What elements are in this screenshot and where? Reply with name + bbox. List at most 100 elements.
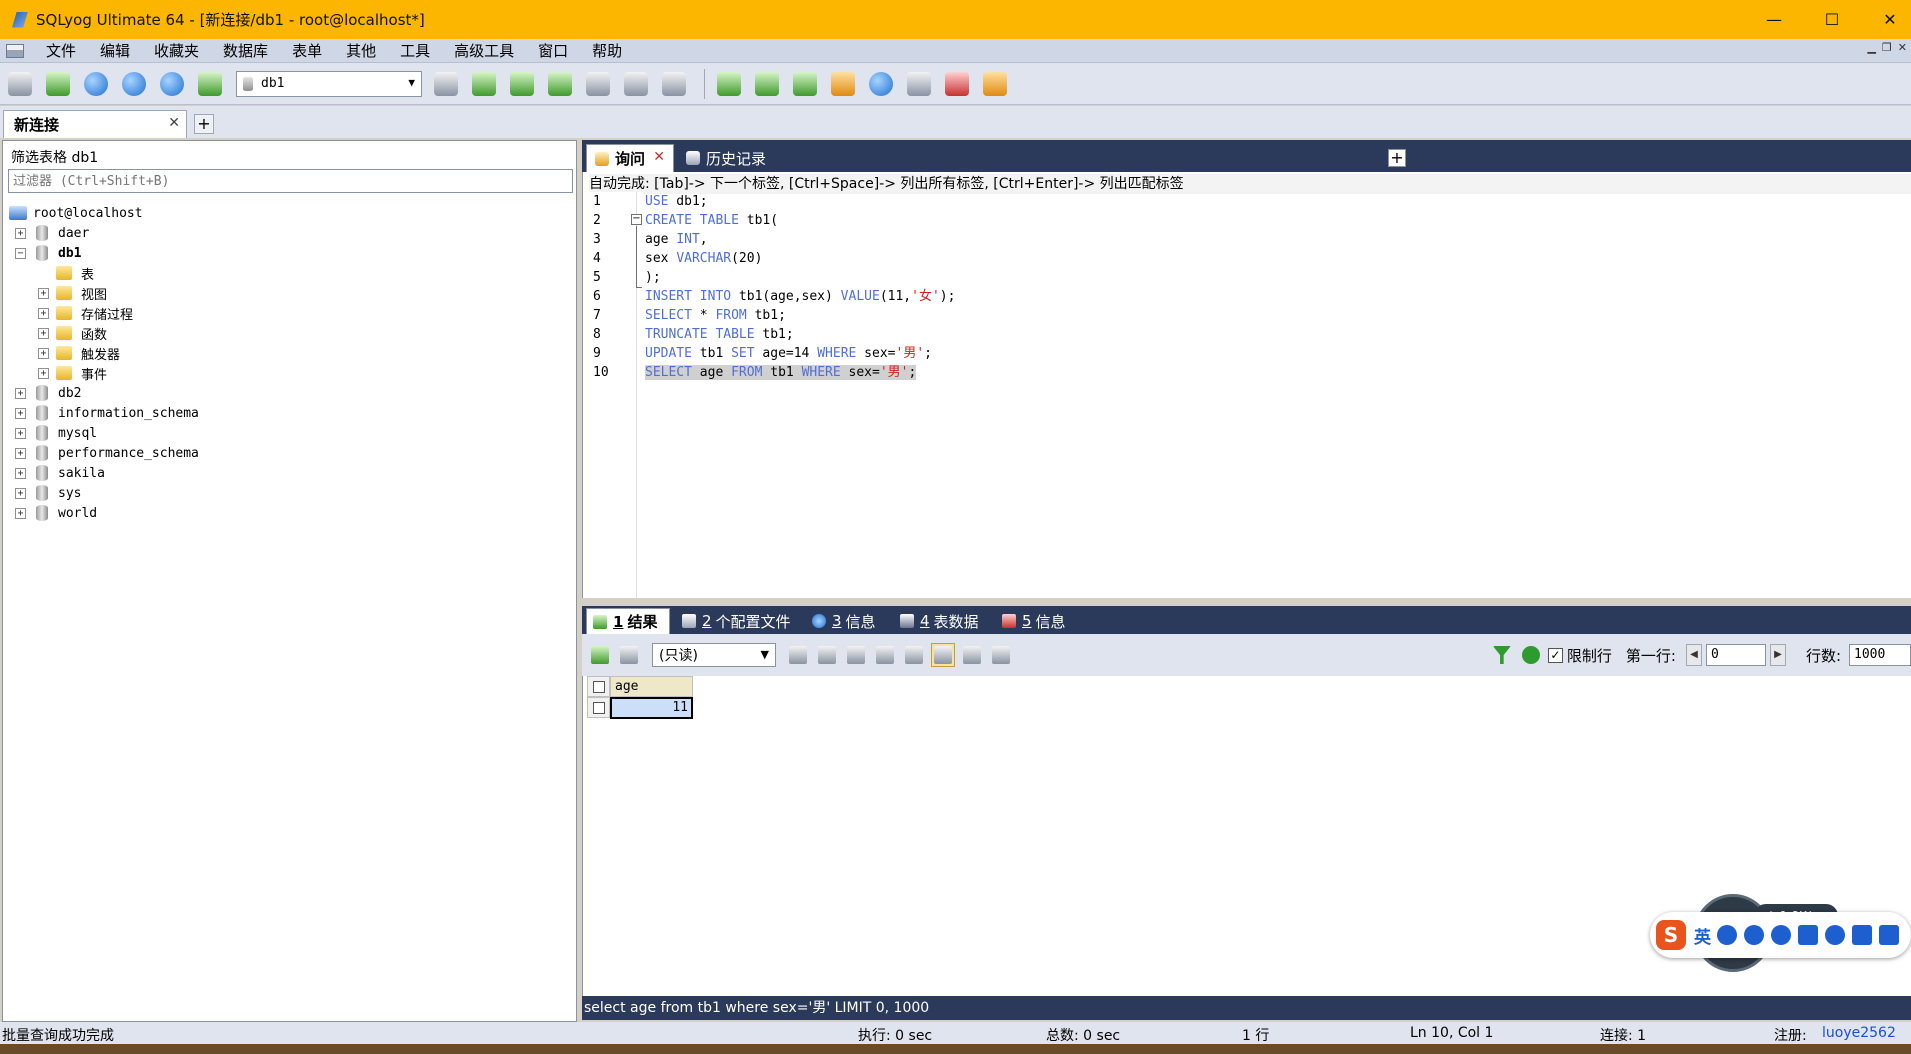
refresh-results-button[interactable] — [1519, 643, 1543, 667]
expand-icon[interactable]: + — [38, 327, 49, 339]
mdi-minimize-icon[interactable]: ▁ — [1867, 41, 1875, 54]
expand-icon[interactable]: + — [15, 407, 26, 419]
menu-file[interactable]: 文件 — [34, 39, 88, 63]
table-data-button[interactable] — [620, 68, 652, 100]
toolbox-icon[interactable] — [1879, 925, 1899, 945]
user-manager-button[interactable] — [430, 68, 462, 100]
tree-root[interactable]: root@localhost — [3, 203, 573, 223]
tree-db-information-schema[interactable]: + information_schema — [3, 403, 573, 423]
column-header[interactable]: age — [610, 676, 693, 697]
tree-db-db2[interactable]: + db2 — [3, 383, 573, 403]
microphone-icon[interactable] — [1771, 925, 1791, 945]
expand-icon[interactable]: + — [15, 447, 26, 459]
notifications-button[interactable] — [903, 68, 935, 100]
menu-favorites[interactable]: 收藏夹 — [142, 39, 211, 63]
delete-button[interactable] — [873, 643, 897, 667]
tree-folder-events[interactable]: + 事件 — [3, 363, 573, 383]
tree-db-sys[interactable]: + sys — [3, 483, 573, 503]
expand-icon[interactable]: + — [38, 347, 49, 359]
add-query-tab-button[interactable]: + — [1388, 149, 1406, 167]
copy-database-button[interactable] — [751, 68, 783, 100]
refresh-button[interactable] — [156, 68, 188, 100]
mdi-restore-icon[interactable]: ❐ — [1882, 41, 1892, 54]
fold-collapse-icon[interactable]: − — [631, 214, 642, 225]
expand-icon[interactable]: + — [38, 367, 49, 379]
insert-row-button[interactable] — [786, 643, 810, 667]
form-view-button[interactable] — [960, 643, 984, 667]
tree-folder-triggers[interactable]: + 触发器 — [3, 343, 573, 363]
minimize-button[interactable]: — — [1745, 0, 1803, 39]
save-button[interactable] — [844, 643, 868, 667]
expand-icon[interactable]: + — [15, 427, 26, 439]
grid-view-button[interactable] — [931, 643, 955, 667]
expand-icon[interactable]: + — [38, 287, 49, 299]
tree-db-performance-schema[interactable]: + performance_schema — [3, 443, 573, 463]
backup-database-button[interactable] — [506, 68, 538, 100]
menu-tools[interactable]: 工具 — [388, 39, 442, 63]
menu-other[interactable]: 其他 — [334, 39, 388, 63]
keyboard-icon[interactable] — [1798, 925, 1818, 945]
menu-database[interactable]: 数据库 — [211, 39, 280, 63]
connection-tab[interactable]: 新连接 ✕ — [3, 110, 187, 138]
filter-input[interactable] — [8, 169, 573, 193]
edit-mode-select[interactable]: (只读) ▼ — [652, 643, 776, 667]
expand-icon[interactable]: + — [15, 487, 26, 499]
table-index-button[interactable] — [658, 68, 690, 100]
punctuation-icon[interactable] — [1717, 925, 1737, 945]
tree-db-daer[interactable]: + daer — [3, 223, 573, 243]
tree-folder-procedures[interactable]: + 存储过程 — [3, 303, 573, 323]
import-button[interactable] — [544, 68, 576, 100]
export-options-button[interactable] — [617, 643, 641, 667]
table-cell[interactable]: 11 — [610, 697, 693, 719]
sql-editor[interactable]: 自动完成: [Tab]-> 下一个标签, [Ctrl+Space]-> 列出所有… — [582, 172, 1911, 598]
tree-db-sakila[interactable]: + sakila — [3, 463, 573, 483]
tab-table-data[interactable]: 4 表数据 — [894, 608, 992, 634]
tab-profile[interactable]: 2 个配置文件 — [676, 608, 794, 634]
menu-help[interactable]: 帮助 — [580, 39, 634, 63]
tree-folder-functions[interactable]: + 函数 — [3, 323, 573, 343]
window-menu-icon[interactable] — [6, 43, 24, 58]
select-all-checkbox[interactable] — [587, 676, 610, 697]
database-select[interactable]: db1 ▼ — [236, 70, 422, 97]
expand-icon[interactable]: + — [38, 307, 49, 319]
new-query-button[interactable] — [42, 68, 74, 100]
execute-all-button[interactable] — [118, 68, 150, 100]
expand-icon[interactable]: + — [15, 227, 26, 239]
tab-query[interactable]: 询问 ✕ — [586, 144, 674, 172]
mdi-close-icon[interactable]: ✕ — [1898, 41, 1907, 54]
sync-button[interactable] — [713, 68, 745, 100]
next-page-button[interactable]: ▶ — [1769, 644, 1786, 666]
query-builder-button[interactable] — [194, 68, 226, 100]
cancel-changes-button[interactable] — [902, 643, 926, 667]
duplicate-row-button[interactable] — [815, 643, 839, 667]
close-icon[interactable]: ✕ — [653, 149, 665, 165]
text-view-button[interactable] — [989, 643, 1013, 667]
maximize-button[interactable]: ☐ — [1803, 0, 1861, 39]
prev-page-button[interactable]: ◀ — [1685, 644, 1702, 666]
first-row-input[interactable]: 0 — [1705, 644, 1766, 666]
tree-folder-tables[interactable]: 表 — [3, 263, 573, 283]
emoji-icon[interactable] — [1744, 925, 1764, 945]
tree-db-mysql[interactable]: + mysql — [3, 423, 573, 443]
schema-sync-button[interactable] — [789, 68, 821, 100]
tree-db-db1[interactable]: − db1 — [3, 243, 573, 263]
expand-icon[interactable]: + — [15, 467, 26, 479]
row-checkbox[interactable] — [587, 697, 610, 718]
tree-db-world[interactable]: + world — [3, 503, 573, 523]
registered-user-link[interactable]: luoye2562 — [1822, 1025, 1896, 1041]
table-schema-button[interactable] — [582, 68, 614, 100]
schema-designer-button[interactable] — [941, 68, 973, 100]
filter-button[interactable] — [1490, 643, 1514, 667]
menu-advanced-tools[interactable]: 高级工具 — [442, 39, 526, 63]
migration-button[interactable] — [827, 68, 859, 100]
new-connection-button[interactable] — [4, 68, 36, 100]
tab-result[interactable]: 1 结果 — [586, 608, 670, 634]
limit-rows-checkbox[interactable]: ✓ — [1547, 647, 1563, 663]
menu-table[interactable]: 表单 — [280, 39, 334, 63]
collapse-icon[interactable]: − — [15, 247, 26, 259]
tab-info[interactable]: 5 信息 — [996, 608, 1082, 634]
expand-icon[interactable]: + — [15, 387, 26, 399]
tab-history[interactable]: 历史记录 — [678, 144, 794, 172]
data-search-button[interactable] — [979, 68, 1011, 100]
menu-window[interactable]: 窗口 — [526, 39, 580, 63]
